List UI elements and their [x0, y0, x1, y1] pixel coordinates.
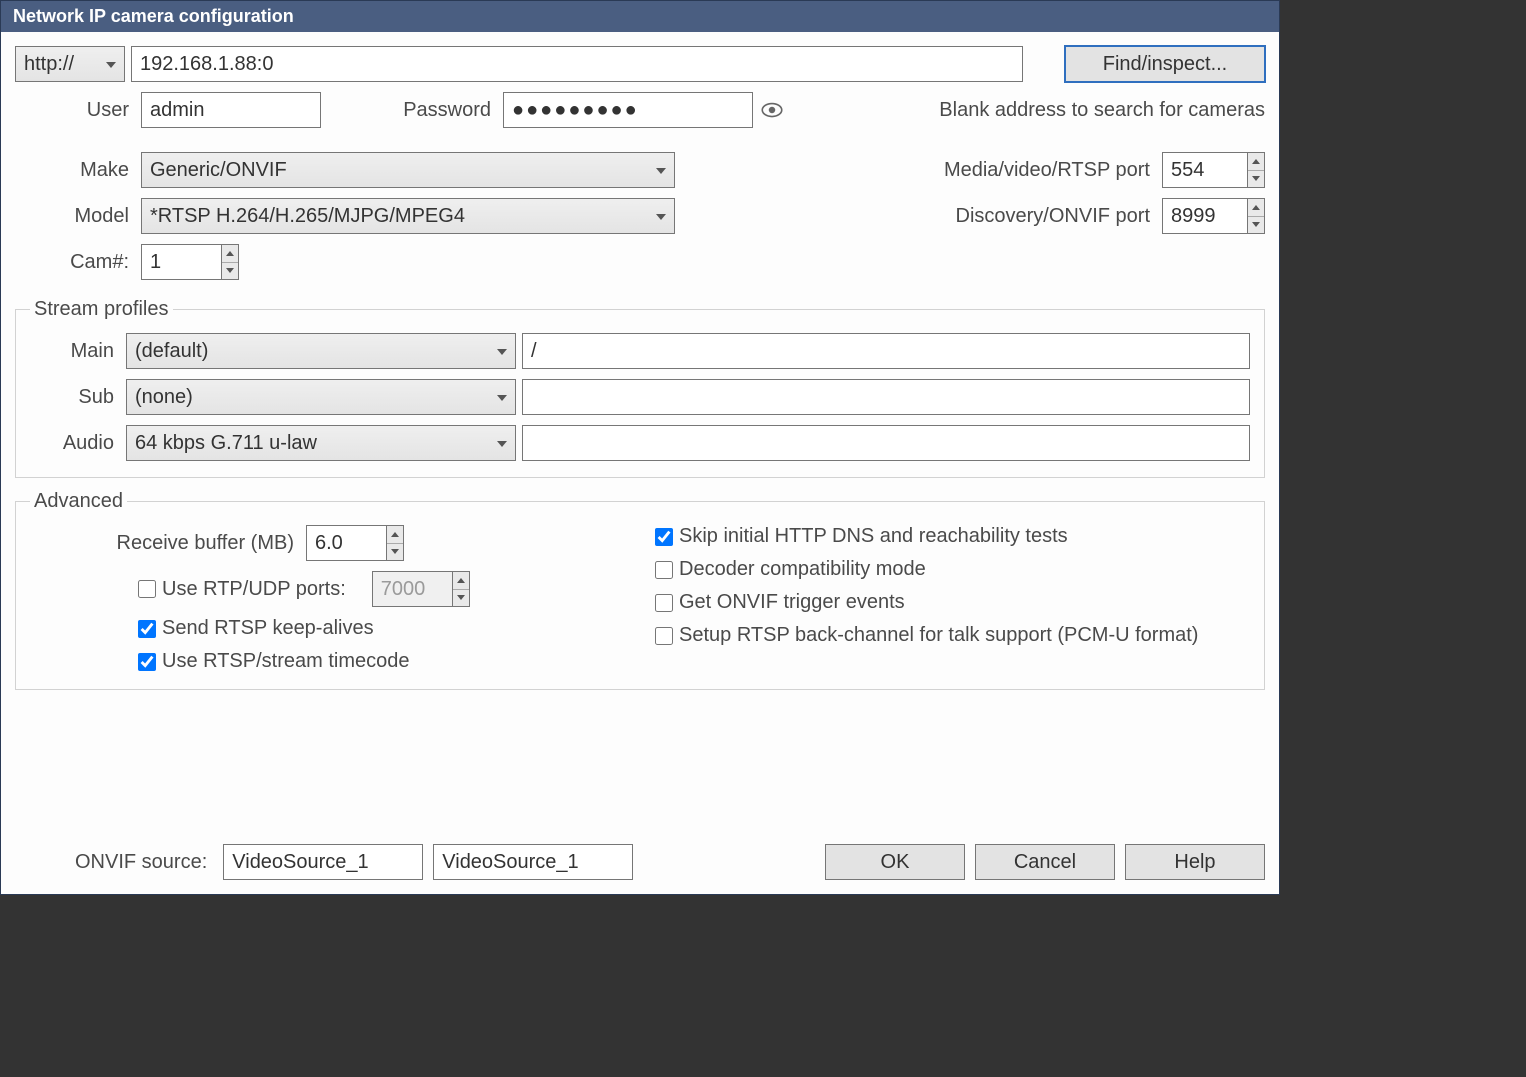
onvif-source-label: ONVIF source:: [15, 851, 213, 874]
rtsp-port-label: Media/video/RTSP port: [944, 159, 1156, 182]
make-select[interactable]: Generic/ONVIF: [141, 152, 675, 188]
recv-buf-label: Receive buffer (MB): [30, 532, 300, 555]
backchan-checkbox[interactable]: Setup RTSP back-channel for talk support…: [655, 624, 1198, 647]
rtsp-port-input[interactable]: [1162, 152, 1247, 188]
audio-label: Audio: [30, 432, 120, 455]
audio-profile-select[interactable]: 64 kbps G.711 u-law: [126, 425, 516, 461]
address-input[interactable]: [131, 46, 1023, 82]
main-profile-select[interactable]: (default): [126, 333, 516, 369]
main-path-input[interactable]: [522, 333, 1250, 369]
timecode-checkbox[interactable]: Use RTSP/stream timecode: [138, 650, 410, 673]
cam-down-icon[interactable]: [222, 263, 238, 280]
advanced-legend: Advanced: [30, 490, 127, 513]
reveal-password-icon[interactable]: [759, 97, 785, 123]
main-label: Main: [30, 340, 120, 363]
onvif-port-up-icon[interactable]: [1248, 199, 1264, 217]
rtsp-port-down-icon[interactable]: [1248, 171, 1264, 188]
rtp-udp-down-icon[interactable]: [453, 590, 469, 607]
recv-buf-stepper[interactable]: [306, 525, 404, 561]
advanced-group: Advanced Receive buffer (MB) Use RTP/UDP…: [15, 490, 1265, 690]
password-input[interactable]: [503, 92, 753, 128]
ok-button[interactable]: OK: [825, 844, 965, 880]
keepalive-checkbox[interactable]: Send RTSP keep-alives: [138, 617, 374, 640]
skip-dns-checkbox[interactable]: Skip initial HTTP DNS and reachability t…: [655, 525, 1068, 548]
rtp-udp-port-stepper[interactable]: [372, 571, 470, 607]
decoder-label: Decoder compatibility mode: [679, 558, 926, 581]
rtp-udp-checkbox[interactable]: Use RTP/UDP ports:: [138, 578, 346, 601]
stream-profiles-legend: Stream profiles: [30, 298, 173, 321]
make-label: Make: [15, 159, 135, 182]
cam-number-stepper[interactable]: [141, 244, 239, 280]
sub-profile-select[interactable]: (none): [126, 379, 516, 415]
onvif-source-2-input[interactable]: [433, 844, 633, 880]
backchan-label: Setup RTSP back-channel for talk support…: [679, 624, 1198, 647]
trigger-checkbox[interactable]: Get ONVIF trigger events: [655, 591, 905, 614]
recv-buf-input[interactable]: [306, 525, 386, 561]
rtp-udp-port-input[interactable]: [372, 571, 452, 607]
onvif-source-1-input[interactable]: [223, 844, 423, 880]
rtsp-port-up-icon[interactable]: [1248, 153, 1264, 171]
title-bar: Network IP camera configuration: [1, 1, 1279, 32]
sub-path-input[interactable]: [522, 379, 1250, 415]
keepalive-label: Send RTSP keep-alives: [162, 617, 374, 640]
user-input[interactable]: [141, 92, 321, 128]
user-label: User: [15, 99, 135, 122]
window-title: Network IP camera configuration: [13, 6, 294, 27]
rtp-udp-label: Use RTP/UDP ports:: [162, 578, 346, 601]
blank-hint: Blank address to search for cameras: [939, 99, 1265, 122]
onvif-port-stepper[interactable]: [1162, 198, 1265, 234]
cancel-button[interactable]: Cancel: [975, 844, 1115, 880]
cam-label: Cam#:: [15, 251, 135, 274]
cam-number-input[interactable]: [141, 244, 221, 280]
protocol-select[interactable]: http://: [15, 46, 125, 82]
help-button[interactable]: Help: [1125, 844, 1265, 880]
rtsp-port-stepper[interactable]: [1162, 152, 1265, 188]
sub-label: Sub: [30, 386, 120, 409]
onvif-port-input[interactable]: [1162, 198, 1247, 234]
stream-profiles-group: Stream profiles Main (default) Sub (none…: [15, 298, 1265, 478]
recv-buf-up-icon[interactable]: [387, 526, 403, 544]
model-label: Model: [15, 205, 135, 228]
recv-buf-down-icon[interactable]: [387, 544, 403, 561]
password-label: Password: [327, 99, 497, 122]
rtp-udp-up-icon[interactable]: [453, 572, 469, 590]
audio-path-input[interactable]: [522, 425, 1250, 461]
trigger-label: Get ONVIF trigger events: [679, 591, 905, 614]
dialog-window: Network IP camera configuration http:// …: [0, 0, 1280, 895]
onvif-port-down-icon[interactable]: [1248, 217, 1264, 234]
cam-up-icon[interactable]: [222, 245, 238, 263]
decoder-checkbox[interactable]: Decoder compatibility mode: [655, 558, 926, 581]
timecode-label: Use RTSP/stream timecode: [162, 650, 410, 673]
find-inspect-button[interactable]: Find/inspect...: [1065, 46, 1265, 82]
model-select[interactable]: *RTSP H.264/H.265/MJPG/MPEG4: [141, 198, 675, 234]
skip-dns-label: Skip initial HTTP DNS and reachability t…: [679, 525, 1068, 548]
onvif-port-label: Discovery/ONVIF port: [956, 205, 1156, 228]
